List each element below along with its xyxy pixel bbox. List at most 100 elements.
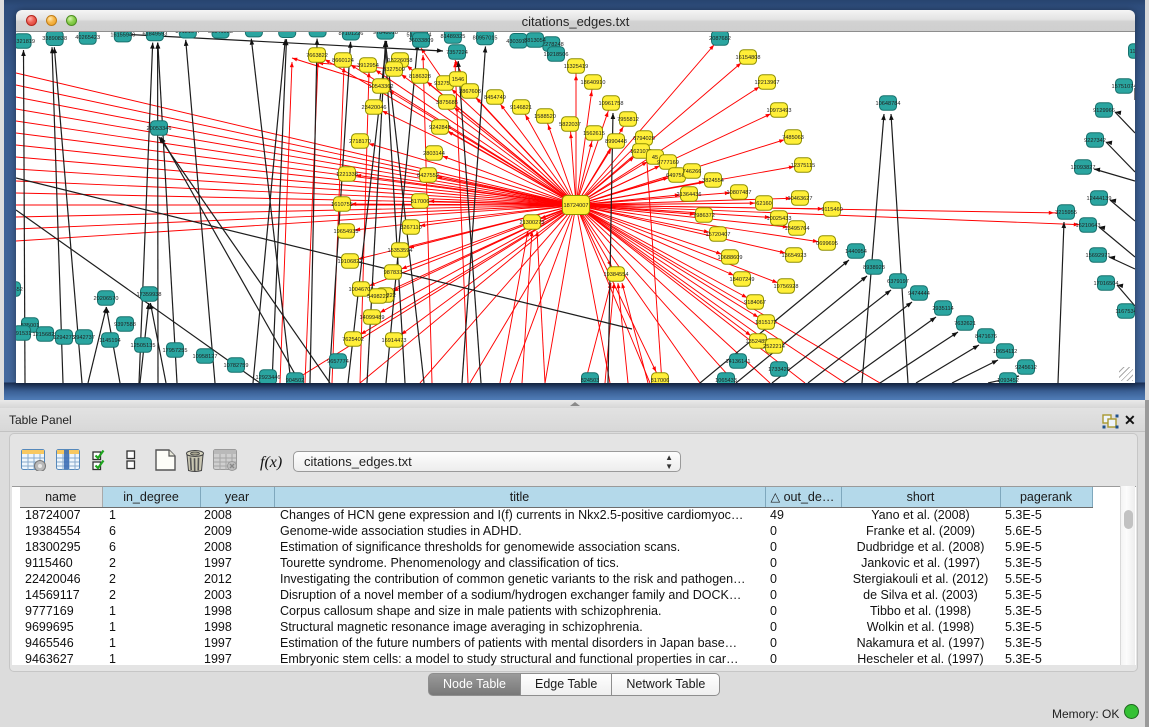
svg-text:1294273: 1294273 xyxy=(53,335,75,341)
svg-text:97848018: 97848018 xyxy=(373,32,398,36)
svg-text:16155940: 16155940 xyxy=(110,33,135,39)
svg-text:9777169: 9777169 xyxy=(657,160,679,166)
svg-text:12093827: 12093827 xyxy=(1071,165,1096,171)
svg-text:9245612: 9245612 xyxy=(1015,365,1037,371)
svg-text:8938928: 8938928 xyxy=(863,265,885,271)
svg-text:13654923: 13654923 xyxy=(782,253,807,259)
svg-text:11325419: 11325419 xyxy=(564,64,588,70)
svg-text:16914473: 16914473 xyxy=(382,338,407,344)
svg-text:23420046: 23420046 xyxy=(362,105,387,111)
svg-text:16154808: 16154808 xyxy=(736,55,761,61)
svg-text:2867608: 2867608 xyxy=(459,89,481,95)
svg-text:12505135: 12505135 xyxy=(131,343,156,349)
svg-text:6794028: 6794028 xyxy=(633,136,655,142)
svg-text:16033809: 16033809 xyxy=(409,38,434,44)
svg-text:746266: 746266 xyxy=(683,169,702,175)
svg-text:15353594: 15353594 xyxy=(388,248,413,254)
svg-text:2087682: 2087682 xyxy=(709,36,731,42)
svg-text:20053346: 20053346 xyxy=(147,126,172,132)
svg-text:1221338: 1221338 xyxy=(336,172,358,178)
svg-text:19654935: 19654935 xyxy=(334,229,359,235)
svg-text:19384554: 19384554 xyxy=(604,272,629,278)
svg-text:17359938: 17359938 xyxy=(137,292,162,298)
svg-text:8660124: 8660124 xyxy=(332,58,354,64)
svg-text:55341928: 55341928 xyxy=(208,32,233,35)
svg-text:1145194: 1145194 xyxy=(99,338,120,344)
svg-text:14136141: 14136141 xyxy=(726,359,751,365)
svg-text:9242845: 9242845 xyxy=(429,125,451,131)
svg-text:81489325: 81489325 xyxy=(440,34,465,40)
svg-text:1167534: 1167534 xyxy=(1115,309,1135,315)
svg-text:7625402: 7625402 xyxy=(342,337,364,343)
svg-text:17957255: 17957255 xyxy=(163,348,188,354)
svg-text:2522214: 2522214 xyxy=(763,344,785,350)
svg-text:10463627: 10463627 xyxy=(788,196,813,202)
svg-text:1440954: 1440954 xyxy=(845,249,867,255)
svg-text:9474444: 9474444 xyxy=(908,291,930,297)
svg-text:15751074: 15751074 xyxy=(1112,84,1135,90)
svg-text:18724007: 18724007 xyxy=(564,203,589,209)
svg-text:7357224: 7357224 xyxy=(446,50,468,56)
svg-text:1093452: 1093452 xyxy=(997,378,1019,383)
svg-text:9115460: 9115460 xyxy=(821,207,842,213)
svg-text:9657774: 9657774 xyxy=(327,359,349,365)
svg-text:10543362: 10543362 xyxy=(369,84,394,90)
svg-text:7955812: 7955812 xyxy=(617,117,639,123)
svg-text:3875685: 3875685 xyxy=(436,100,458,106)
svg-text:8471676: 8471676 xyxy=(975,334,997,340)
svg-text:9129966: 9129966 xyxy=(1093,108,1115,114)
svg-text:12923446: 12923446 xyxy=(256,375,281,381)
svg-text:3215955: 3215955 xyxy=(1055,210,1077,216)
svg-text:10973493: 10973493 xyxy=(767,108,792,114)
svg-text:18407249: 18407249 xyxy=(730,277,755,283)
svg-text:817006: 817006 xyxy=(411,199,430,205)
svg-text:5822037: 5822037 xyxy=(559,122,581,128)
svg-text:10961758: 10961758 xyxy=(599,101,624,107)
svg-text:80957015: 80957015 xyxy=(473,35,498,41)
svg-text:12213967: 12213967 xyxy=(755,80,780,86)
svg-text:19218506: 19218506 xyxy=(544,52,569,58)
svg-text:62160: 62160 xyxy=(756,201,772,207)
svg-text:3824554: 3824554 xyxy=(702,178,724,184)
svg-text:6379197: 6379197 xyxy=(887,279,909,285)
svg-text:17016504: 17016504 xyxy=(1094,281,1119,287)
svg-text:8813054: 8813054 xyxy=(524,38,546,44)
svg-text:817006: 817006 xyxy=(651,378,670,383)
svg-text:9227342: 9227342 xyxy=(1084,138,1106,144)
svg-text:10654112: 10654112 xyxy=(993,349,1017,355)
svg-text:8427552: 8427552 xyxy=(417,173,439,179)
svg-text:61849593: 61849593 xyxy=(142,32,167,38)
svg-text:1065433: 1065433 xyxy=(715,378,737,383)
svg-text:10958127: 10958127 xyxy=(193,354,218,360)
svg-text:7986372: 7986372 xyxy=(693,213,715,219)
svg-text:14099489: 14099489 xyxy=(360,315,385,321)
svg-text:15692971: 15692971 xyxy=(1086,253,1111,259)
svg-text:33890838: 33890838 xyxy=(42,36,67,42)
svg-text:12444139: 12444139 xyxy=(1087,196,1112,202)
svg-text:2935114: 2935114 xyxy=(932,306,953,312)
svg-text:12375115: 12375115 xyxy=(791,163,815,169)
svg-text:8454749: 8454749 xyxy=(484,95,506,101)
svg-text:391531: 391531 xyxy=(16,331,31,337)
svg-text:40265423: 40265423 xyxy=(75,35,100,41)
svg-text:1733426: 1733426 xyxy=(768,367,790,373)
svg-text:13953767: 13953767 xyxy=(275,32,300,34)
svg-text:1815172: 1815172 xyxy=(755,320,777,326)
svg-text:19756928: 19756928 xyxy=(774,284,799,290)
svg-text:2718170: 2718170 xyxy=(349,139,371,145)
svg-text:9146821: 9146821 xyxy=(510,105,532,111)
svg-text:5498222: 5498222 xyxy=(367,294,389,300)
svg-text:10648784: 10648784 xyxy=(876,101,901,107)
svg-text:88496965: 88496965 xyxy=(305,32,330,34)
svg-text:904502: 904502 xyxy=(286,378,305,383)
svg-text:2942737: 2942737 xyxy=(73,335,95,341)
svg-text:2803144: 2803144 xyxy=(423,151,445,157)
svg-text:1610755: 1610755 xyxy=(331,202,353,208)
svg-text:7663822: 7663822 xyxy=(306,53,328,59)
svg-text:16210643: 16210643 xyxy=(1076,223,1101,229)
svg-text:7632621: 7632621 xyxy=(954,321,976,327)
svg-text:824503: 824503 xyxy=(581,378,600,383)
svg-text:9327509: 9327509 xyxy=(383,67,405,73)
svg-text:1588520: 1588520 xyxy=(534,114,556,120)
svg-text:8186328: 8186328 xyxy=(409,74,431,80)
